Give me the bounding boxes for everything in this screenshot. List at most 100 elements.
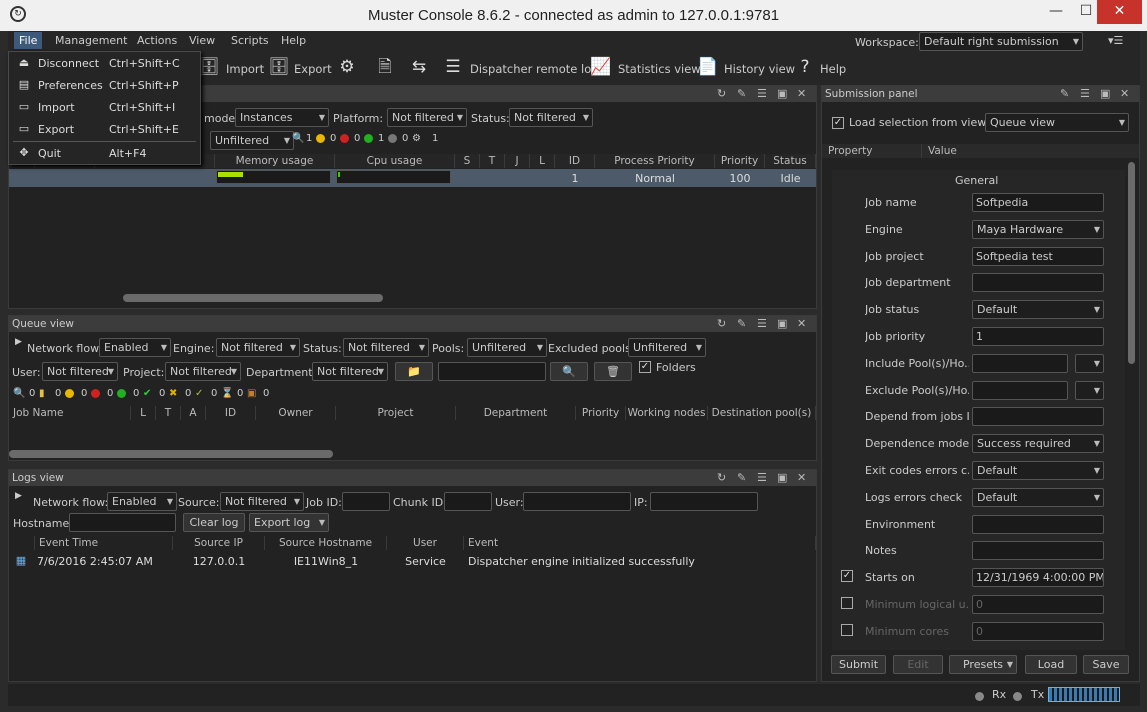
vertical-scrollbar[interactable] — [1128, 162, 1135, 364]
minimize-button[interactable]: — — [1041, 0, 1071, 24]
column-memory-usage[interactable]: Memory usage — [215, 154, 335, 168]
column-property[interactable]: Property — [822, 144, 922, 158]
property-value-field[interactable] — [972, 354, 1068, 373]
user-select[interactable]: Not filtered ▼ — [42, 362, 118, 381]
statistics-icon[interactable]: 📈 — [590, 56, 612, 78]
menu-item-disconnect[interactable]: ⏏ Disconnect Ctrl+Shift+C — [9, 52, 200, 74]
menu-file[interactable]: File — [14, 32, 43, 49]
mode-select[interactable]: Instances ▼ — [235, 108, 329, 127]
history-icon[interactable]: 📄 — [697, 56, 719, 78]
load-button[interactable]: Load — [1025, 655, 1077, 674]
column-a[interactable]: A — [181, 406, 206, 420]
pool-filter-select[interactable]: Unfiltered ▼ — [210, 131, 294, 150]
presets-button[interactable]: Presets ▼ — [949, 655, 1017, 674]
property-value-field[interactable] — [972, 541, 1104, 560]
gear-icon[interactable]: ⚙ — [336, 56, 358, 78]
float-icon[interactable]: ▣ — [777, 470, 787, 486]
department-select[interactable]: Not filtered ▼ — [312, 362, 388, 381]
chunk-id-input[interactable] — [444, 492, 492, 511]
horizontal-scrollbar[interactable] — [123, 294, 383, 302]
column-source-hostname[interactable]: Source Hostname — [265, 536, 387, 550]
save-button[interactable]: Save — [1083, 655, 1129, 674]
menu-item-quit[interactable]: ✥ Quit Alt+F4 — [9, 142, 200, 164]
user-input[interactable] — [523, 492, 631, 511]
import-icon[interactable]: 🗄 — [198, 56, 220, 78]
submit-button[interactable]: Submit — [831, 655, 886, 674]
column-department[interactable]: Department — [456, 406, 576, 420]
menu-icon[interactable]: ☰ — [757, 316, 767, 332]
column-working-nodes[interactable]: Working nodes — [626, 406, 708, 420]
column-job-name[interactable]: Job Name — [9, 406, 131, 420]
column-value[interactable]: Value — [922, 144, 1139, 158]
property-value-field[interactable]: Default ▼ — [972, 461, 1104, 480]
float-icon[interactable]: ▣ — [777, 316, 787, 332]
property-value-field[interactable]: Maya Hardware ▼ — [972, 220, 1104, 239]
menu-item-preferences[interactable]: ▤ Preferences Ctrl+Shift+P — [9, 74, 200, 96]
column-id[interactable]: ID — [206, 406, 256, 420]
help-button[interactable]: Help — [820, 62, 846, 76]
help-icon[interactable]: ? — [794, 56, 816, 78]
pool-select[interactable]: ▼ — [1075, 381, 1104, 400]
property-value-field[interactable]: Default ▼ — [972, 488, 1104, 507]
float-icon[interactable]: ▣ — [777, 86, 787, 102]
source-view-select[interactable]: Queue view ▼ — [985, 113, 1129, 132]
column-event[interactable]: Event — [464, 536, 816, 550]
pin-icon[interactable]: ✎ — [737, 316, 746, 332]
property-value-field[interactable] — [972, 273, 1104, 292]
expand-icon[interactable]: ▶ — [15, 491, 22, 501]
column-process-priority[interactable]: Process Priority — [595, 154, 715, 168]
column-priority[interactable]: Priority — [715, 154, 765, 168]
refresh-icon[interactable]: ↻ — [717, 316, 726, 332]
transfer-icon[interactable]: ⇆ — [408, 56, 430, 78]
property-value-field[interactable]: Default ▼ — [972, 300, 1104, 319]
import-button[interactable]: Import — [226, 62, 264, 76]
load-selection-checkbox[interactable]: ✓ — [832, 117, 844, 129]
delete-button[interactable]: 🗑 — [594, 362, 632, 381]
column-status[interactable]: Status — [765, 154, 816, 168]
network-flow-select[interactable]: Enabled ▼ — [99, 338, 171, 357]
edit-button[interactable]: Edit — [893, 655, 943, 674]
pin-icon[interactable]: ✎ — [1060, 86, 1069, 102]
menu-view[interactable]: View — [189, 34, 215, 47]
column-t[interactable]: T — [156, 406, 181, 420]
property-checkbox[interactable] — [841, 624, 853, 636]
dispatcher-logs-button[interactable]: Dispatcher remote logs — [470, 62, 605, 76]
close-icon[interactable]: ✕ — [797, 316, 806, 332]
property-value-field[interactable] — [972, 381, 1068, 400]
status-select[interactable]: Not filtered ▼ — [509, 108, 593, 127]
menu-scripts[interactable]: Scripts — [231, 34, 269, 47]
column-t[interactable]: T — [480, 154, 505, 168]
close-icon[interactable]: ✕ — [797, 470, 806, 486]
export-icon[interactable]: 🗄 — [268, 56, 290, 78]
menu-icon[interactable]: ☰ — [757, 86, 767, 102]
menu-help[interactable]: Help — [281, 34, 306, 47]
workspace-menu-icon[interactable]: ▾☰ — [1108, 34, 1123, 47]
property-value-field[interactable]: 0 — [972, 622, 1104, 641]
property-value-field[interactable] — [972, 515, 1104, 534]
export-log-button[interactable]: Export log ▼ — [249, 513, 329, 532]
float-icon[interactable]: ▣ — [1100, 86, 1110, 102]
network-flow-select[interactable]: Enabled ▼ — [107, 492, 177, 511]
job-id-input[interactable] — [342, 492, 390, 511]
expand-icon[interactable]: ▶ — [15, 337, 22, 347]
menu-icon[interactable]: ☰ — [1080, 86, 1090, 102]
clear-log-button[interactable]: Clear log — [183, 513, 245, 532]
engine-select[interactable]: Not filtered ▼ — [216, 338, 300, 357]
pin-icon[interactable]: ✎ — [737, 470, 746, 486]
column-source-ip[interactable]: Source IP — [173, 536, 265, 550]
source-select[interactable]: Not filtered ▼ — [220, 492, 304, 511]
property-value-field[interactable]: 1 — [972, 327, 1104, 346]
column-id[interactable]: ID — [555, 154, 595, 168]
folders-checkbox[interactable]: ✓ — [639, 361, 651, 373]
property-value-field[interactable]: Softpedia test — [972, 247, 1104, 266]
refresh-icon[interactable]: ↻ — [717, 86, 726, 102]
pool-select[interactable]: ▼ — [1075, 354, 1104, 373]
property-value-field[interactable]: Softpedia — [972, 193, 1104, 212]
search-button[interactable]: 🔍 — [550, 362, 588, 381]
property-value-field[interactable]: 0 — [972, 595, 1104, 614]
column-s[interactable]: S — [455, 154, 480, 168]
close-button[interactable]: ✕ — [1097, 0, 1142, 24]
status-select[interactable]: Not filtered ▼ — [343, 338, 429, 357]
pin-icon[interactable]: ✎ — [737, 86, 746, 102]
property-value-field[interactable]: 12/31/1969 4:00:00 PM⇕ — [972, 568, 1104, 587]
